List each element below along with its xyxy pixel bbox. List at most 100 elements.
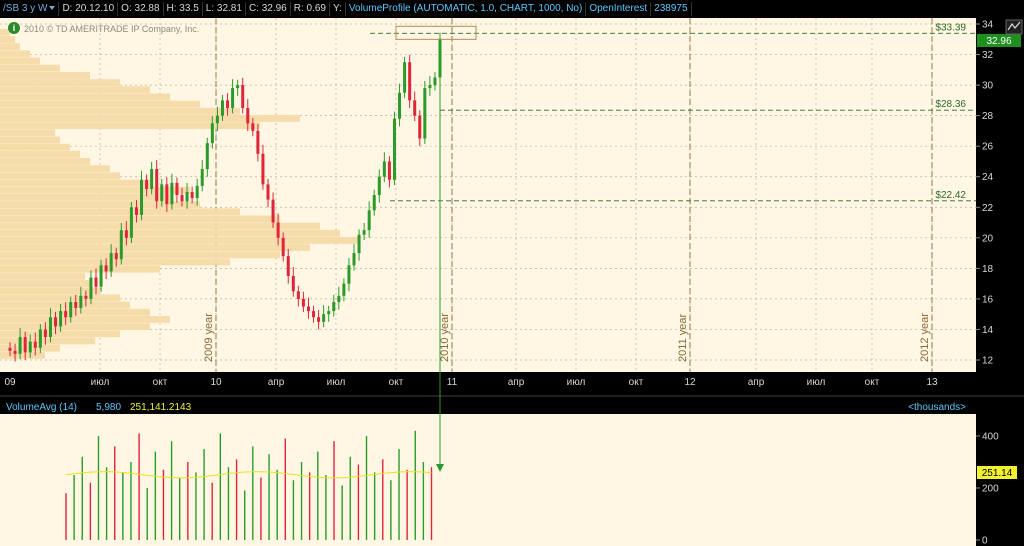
volume-plot-area <box>0 399 976 546</box>
candle-body <box>392 118 396 180</box>
candle-body <box>403 62 407 93</box>
time-axis-label: окт <box>153 377 168 388</box>
price-axis-label: 18 <box>982 264 994 275</box>
volume-profile-bar <box>0 280 90 287</box>
volume-profile-bar <box>0 229 340 237</box>
volume-profile-bar <box>0 337 95 345</box>
candle-body <box>256 130 260 154</box>
candle-body <box>38 329 42 348</box>
time-axis <box>0 372 976 390</box>
volume-profile-bar <box>0 258 230 266</box>
candle-body <box>291 276 295 292</box>
year-label: 2009 year <box>203 313 215 362</box>
volume-profile-bar <box>0 222 320 230</box>
candle-body <box>155 169 159 202</box>
candle-body <box>28 341 32 353</box>
candle-body <box>99 265 103 287</box>
candle-body <box>306 306 310 312</box>
volume-value-2: 251,141.2143 <box>130 402 192 413</box>
candle-body <box>64 311 68 318</box>
copyright-text: 2010 © TD AMERITRADE IP Company, Inc. <box>24 24 199 34</box>
volume-profile-bar <box>0 43 20 51</box>
candle-body <box>362 230 366 235</box>
volume-profile-bar <box>0 330 120 338</box>
price-axis <box>976 18 1024 372</box>
candle-body <box>372 195 376 211</box>
volume-profile-bar <box>0 251 280 259</box>
time-axis-label: 11 <box>447 377 458 388</box>
time-axis-label: окт <box>389 377 404 388</box>
candle-body <box>18 337 22 354</box>
time-axis-label: 13 <box>926 377 938 388</box>
volume-profile-bar <box>0 351 45 359</box>
time-axis-label: июл <box>91 377 110 388</box>
price-axis-label: 28 <box>982 111 994 122</box>
candle-body <box>200 169 204 186</box>
volume-axis-label: 0 <box>982 536 988 546</box>
last-price-label: 32.96 <box>986 36 1011 47</box>
volume-profile-bar <box>0 301 130 309</box>
volume-profile-bar <box>0 150 80 158</box>
candle-body <box>342 283 346 296</box>
candle-body <box>231 88 235 108</box>
volume-profile-bar <box>0 57 40 65</box>
candle-body <box>347 265 351 284</box>
candle-body <box>337 295 341 302</box>
volume-axis-label: 400 <box>982 432 999 443</box>
candle-body <box>433 77 437 86</box>
time-axis-label: апр <box>268 377 285 388</box>
time-axis-label: июл <box>807 377 826 388</box>
volume-profile-bar <box>0 100 200 108</box>
candle-body <box>79 295 83 309</box>
candle-body <box>241 85 245 108</box>
candle-body <box>84 295 88 299</box>
candle-body <box>69 301 73 318</box>
candle-body <box>398 92 402 119</box>
candle-body <box>89 277 93 299</box>
candle-body <box>367 210 371 231</box>
time-axis-label: июл <box>327 377 346 388</box>
candle-body <box>104 265 108 272</box>
volume-profile-bar <box>0 107 240 115</box>
candle-body <box>74 301 78 309</box>
candle-body <box>286 256 290 276</box>
volume-profile-bar <box>0 172 120 180</box>
time-axis-label: апр <box>508 377 525 388</box>
volume-profile-bar <box>0 158 90 165</box>
volume-value-1: 5,980 <box>96 402 121 413</box>
volume-profile-bar <box>0 272 85 280</box>
volume-profile-bar <box>0 287 100 295</box>
volume-profile-bar <box>0 316 170 323</box>
candle-body <box>210 123 214 144</box>
time-axis-label: апр <box>748 377 765 388</box>
volume-profile-bar <box>0 50 30 58</box>
candle-body <box>205 143 209 170</box>
year-label: 2010 year <box>439 313 451 362</box>
price-chart[interactable]: $33.39 $28.36 $22.42 12 14 16 18 20 22 24 26 28 30 3… <box>0 0 1024 546</box>
price-axis-label: 16 <box>982 294 994 305</box>
price-axis-label: 22 <box>982 203 994 214</box>
year-label: 2012 year <box>919 313 931 362</box>
volume-profile-bar <box>0 79 120 86</box>
volume-profile-bar <box>0 129 55 137</box>
candle-body <box>54 317 58 327</box>
candle-body <box>352 253 356 266</box>
volume-profile-bar <box>0 308 150 316</box>
volume-profile-bar <box>0 323 150 331</box>
candle-body <box>271 199 275 223</box>
time-axis-label: 12 <box>684 377 696 388</box>
volume-profile-bar <box>0 136 60 144</box>
price-level-label: $33.39 <box>935 22 966 33</box>
candle-body <box>327 311 331 315</box>
candle-body <box>317 317 321 322</box>
candle-body <box>13 350 17 354</box>
volume-study-label[interactable]: VolumeAvg (14) <box>6 402 77 413</box>
price-axis-label: 20 <box>982 233 994 244</box>
candle-body <box>124 230 128 238</box>
candle-body <box>180 195 184 202</box>
candle-body <box>226 100 230 108</box>
candle-body <box>301 298 305 307</box>
volume-profile-bar <box>0 294 120 302</box>
time-axis-label: окт <box>629 377 644 388</box>
candle-body <box>43 329 47 338</box>
